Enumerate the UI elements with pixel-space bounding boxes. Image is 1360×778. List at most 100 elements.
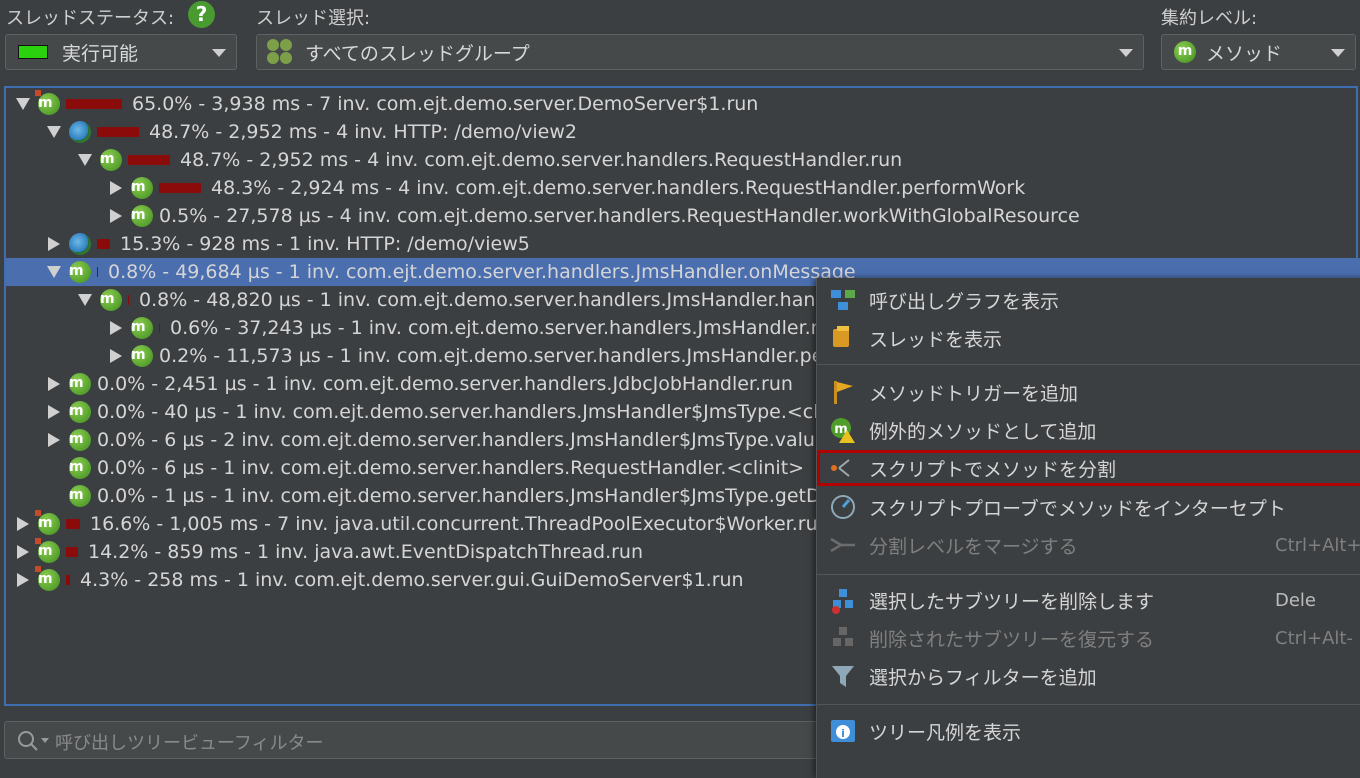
method-icon: m (69, 485, 91, 507)
menu-item-shortcut: Dele (1275, 589, 1317, 611)
thread-select-dropdown[interactable]: すべてのスレッドグループ (256, 34, 1144, 70)
tree-row-label: 4.3% - 258 ms - 1 inv. com.ejt.demo.serv… (80, 569, 744, 591)
menu-item-label: ツリー凡例を表示 (869, 721, 1022, 744)
call-tree-filter-field[interactable]: 呼び出しツリービューフィルター (4, 721, 884, 759)
tree-row[interactable]: m 0.0% - 6 µs - 2 inv. com.ejt.demo.serve… (6, 426, 827, 454)
menu-item[interactable]: スクリプトでメソッドを分割 (817, 450, 1360, 486)
expand-toggle-icon[interactable] (39, 377, 69, 391)
filter-placeholder: 呼び出しツリービューフィルター (55, 733, 324, 754)
percentage-bar (66, 519, 80, 529)
expand-toggle-icon[interactable] (101, 321, 131, 335)
percentage-bar (159, 323, 160, 333)
thread-flag-icon (35, 90, 41, 96)
percentage-bar (97, 239, 110, 249)
collapse-toggle-icon[interactable] (39, 126, 69, 138)
tree-row-label: 0.5% - 27,578 µs - 4 inv. com.ejt.demo.s… (159, 205, 1080, 227)
tree-row[interactable]: m 0.8% - 48,820 µs - 1 inv. com.ejt.demo.… (6, 286, 844, 314)
tree-row-label: 0.0% - 40 µs - 1 inv. com.ejt.demo.serve… (97, 401, 836, 423)
method-icon: m (35, 538, 60, 563)
tree-row-label: 16.6% - 1,005 ms - 7 inv. java.util.conc… (90, 513, 830, 535)
restore-subtree-icon (829, 624, 857, 652)
method-icon: m (69, 373, 91, 395)
thread-status-label: スレッドステータス: (6, 8, 175, 29)
menu-item-label: スレッドを表示 (869, 328, 1003, 351)
chevron-down-icon (212, 49, 226, 57)
menu-item[interactable]: メソッドトリガーを追加 (817, 374, 1360, 410)
tree-row-label: 0.0% - 1 µs - 1 inv. com.ejt.demo.server… (97, 485, 833, 507)
help-icon[interactable]: ? (188, 1, 215, 28)
chevron-down-icon (1331, 49, 1345, 57)
tree-row[interactable]: m 16.6% - 1,005 ms - 7 inv. java.util.con… (6, 510, 830, 538)
expand-toggle-icon[interactable] (101, 181, 131, 195)
globe-icon (69, 121, 91, 143)
globe-icon (69, 233, 91, 255)
tree-row[interactable]: m 0.5% - 27,578 µs - 4 inv. com.ejt.demo.… (6, 202, 1080, 230)
tree-row[interactable]: m 48.3% - 2,924 ms - 4 inv. com.ejt.demo.… (6, 174, 1025, 202)
expand-toggle-icon[interactable] (8, 573, 38, 587)
thread-groups-icon (267, 39, 293, 65)
svg-text:i: i (841, 727, 845, 740)
tree-row[interactable]: m 0.2% - 11,573 µs - 1 inv. com.ejt.demo.… (6, 342, 831, 370)
tree-row[interactable]: m 0.6% - 37,243 µs - 1 inv. com.ejt.demo.… (6, 314, 841, 342)
menu-item[interactable]: i ツリー凡例を表示 (817, 713, 1360, 749)
tree-row[interactable]: 15.3% - 928 ms - 1 inv. HTTP: /demo/view… (6, 230, 530, 258)
menu-separator (817, 704, 1360, 705)
tree-row-label: 65.0% - 3,938 ms - 7 inv. com.ejt.demo.s… (132, 93, 759, 115)
tree-row[interactable]: m 0.0% - 2,451 µs - 1 inv. com.ejt.demo.s… (6, 370, 793, 398)
collapse-toggle-icon[interactable] (39, 266, 69, 278)
expand-toggle-icon[interactable] (8, 517, 38, 531)
thread-flag-icon (35, 566, 41, 572)
tree-row[interactable]: m 4.3% - 258 ms - 1 inv. com.ejt.demo.ser… (6, 566, 744, 594)
expand-toggle-icon[interactable] (101, 209, 131, 223)
tree-row[interactable]: m 0.0% - 6 µs - 1 inv. com.ejt.demo.serve… (6, 454, 804, 482)
tree-row[interactable]: m 0.0% - 1 µs - 1 inv. com.ejt.demo.serve… (6, 482, 832, 510)
method-icon: m (100, 289, 122, 311)
call-graph-icon (829, 286, 857, 314)
menu-item[interactable]: 呼び出しグラフを表示 (817, 282, 1360, 318)
expand-toggle-icon[interactable] (101, 349, 131, 363)
method-icon: m (35, 510, 60, 535)
percentage-bar (66, 547, 78, 557)
aggregation-dropdown[interactable]: m メソッド (1161, 34, 1356, 70)
tree-row-label: 0.0% - 6 µs - 2 inv. com.ejt.demo.server… (97, 429, 827, 451)
thread-select-value: すべてのスレッドグループ (305, 42, 530, 65)
menu-separator (817, 364, 1360, 365)
menu-item[interactable]: スレッドを表示 (817, 320, 1360, 356)
thread-icon (829, 324, 857, 352)
menu-item[interactable]: m 例外的メソッドとして追加 (817, 412, 1360, 448)
tree-row[interactable]: m 65.0% - 3,938 ms - 7 inv. com.ejt.demo.… (6, 90, 758, 118)
search-icon (18, 731, 49, 751)
expand-toggle-icon[interactable] (39, 433, 69, 447)
thread-status-dropdown[interactable]: 実行可能 (5, 34, 237, 70)
tree-row[interactable]: m 14.2% - 859 ms - 1 inv. java.awt.EventD… (6, 538, 643, 566)
menu-item[interactable]: 選択からフィルターを追加 (817, 658, 1360, 694)
thread-select-label: スレッド選択: (256, 8, 371, 29)
expand-toggle-icon[interactable] (8, 545, 38, 559)
menu-item-label: メソッドトリガーを追加 (869, 382, 1079, 405)
menu-item[interactable]: 選択したサブツリーを削除します Dele (817, 582, 1360, 618)
expand-toggle-icon[interactable] (39, 237, 69, 251)
menu-item-label: 分割レベルをマージする (869, 535, 1078, 558)
expand-toggle-icon[interactable] (39, 405, 69, 419)
tree-row-label: 0.8% - 48,820 µs - 1 inv. com.ejt.demo.s… (139, 289, 845, 311)
tree-row-label: 0.0% - 6 µs - 1 inv. com.ejt.demo.server… (97, 457, 805, 479)
tree-row[interactable]: m 48.7% - 2,952 ms - 4 inv. com.ejt.demo.… (6, 146, 902, 174)
menu-item-label: 例外的メソッドとして追加 (869, 420, 1097, 443)
method-icon: m (131, 205, 153, 227)
tree-row-label: 48.3% - 2,924 ms - 4 inv. com.ejt.demo.s… (211, 177, 1026, 199)
menu-item-shortcut: Ctrl+Alt+ (1275, 534, 1360, 556)
collapse-toggle-icon[interactable] (70, 294, 100, 306)
menu-item[interactable]: スクリプトプローブでメソッドをインターセプト (817, 489, 1360, 525)
tree-row[interactable]: m 0.0% - 40 µs - 1 inv. com.ejt.demo.serv… (6, 398, 836, 426)
thread-flag-icon (35, 510, 41, 516)
method-icon: m (1174, 41, 1196, 63)
menu-item-label: 選択からフィルターを追加 (869, 666, 1097, 689)
menu-item: 削除されたサブツリーを復元する Ctrl+Alt- (817, 620, 1360, 656)
collapse-toggle-icon[interactable] (8, 98, 38, 110)
collapse-toggle-icon[interactable] (70, 154, 100, 166)
tree-row[interactable]: 48.7% - 2,952 ms - 4 inv. HTTP: /demo/vi… (6, 118, 577, 146)
context-menu: 呼び出しグラフを表示スレッドを表示メソッドトリガーを追加 m 例外的メソッドとして追… (816, 278, 1360, 778)
menu-item: 分割レベルをマージする Ctrl+Alt+ (817, 527, 1360, 563)
thread-status-value: 実行可能 (62, 42, 139, 65)
method-icon: m (131, 317, 153, 339)
